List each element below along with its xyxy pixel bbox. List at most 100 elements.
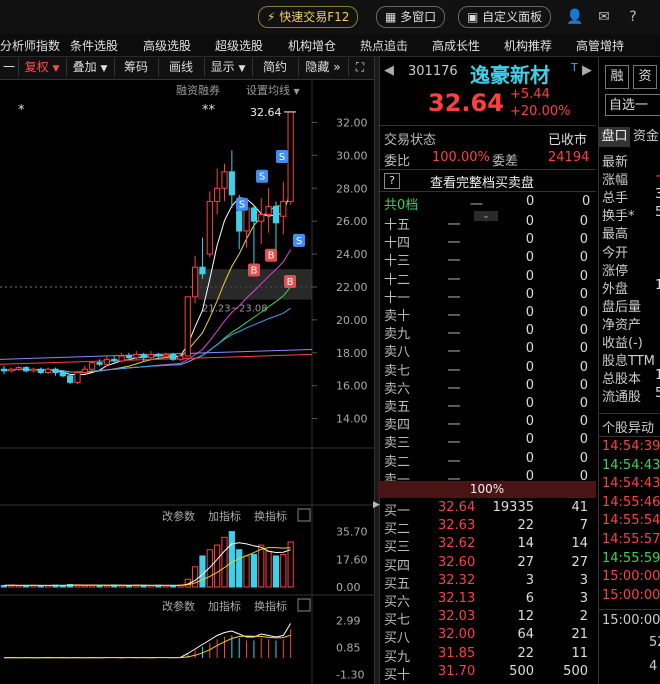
abnormal-time[interactable]: 14:54:43 xyxy=(602,458,660,473)
abnormal-time[interactable]: 14:55:46 xyxy=(602,495,660,510)
menu-item-condition-screen[interactable]: 条件选股 xyxy=(70,37,118,54)
quick-trade-button[interactable]: ⚡ 快速交易F12 xyxy=(258,6,359,28)
ask-level-row[interactable]: 卖七 一 0 0 xyxy=(378,359,596,379)
y-tick-label: 0.00 xyxy=(336,581,361,594)
custom-panel-button[interactable]: ▣ 自定义面板 xyxy=(458,6,552,28)
sell-mark: S xyxy=(279,152,285,163)
ask-level-row[interactable]: 十四 一 0 0 xyxy=(378,232,596,252)
candle-body xyxy=(74,371,81,383)
indicator-header-button[interactable]: 改参数 xyxy=(162,509,195,523)
indicator-header-button[interactable]: 加指标 xyxy=(208,509,241,523)
level-orders: 3 xyxy=(579,572,588,588)
quote-panel: ◀ 301176 逸豪新材 T ▶ 32.64 +5.44 +20.00% 交易… xyxy=(378,57,596,684)
indicator-header-button[interactable]: 换指标 xyxy=(254,509,287,523)
toolbar-display-button[interactable]: 显示 ▼ xyxy=(204,58,253,77)
level-price: 一 xyxy=(447,236,461,252)
ask-level-row[interactable]: 卖三 一 0 0 xyxy=(378,432,596,451)
toolbar-adjust-button[interactable]: 复权 ▼ xyxy=(18,58,67,77)
bid-level-row[interactable]: 买八 32.00 64 21 xyxy=(378,627,596,647)
bid-level-row[interactable]: 买二 32.63 22 7 xyxy=(378,518,596,538)
level-name: 买六 xyxy=(384,595,411,610)
multi-window-button[interactable]: ▦ 多窗口 xyxy=(376,6,446,28)
candle-body xyxy=(8,368,15,372)
level-name: 卖六 xyxy=(384,381,411,397)
macd-dif-line xyxy=(3,623,292,659)
margin-credit-button[interactable]: 资 xyxy=(633,65,657,89)
caret-down-icon: ▼ xyxy=(100,64,108,74)
help-icon[interactable]: ? xyxy=(624,8,642,26)
toolbar-simple-button[interactable]: 简约 xyxy=(252,58,299,77)
abnormal-time[interactable]: 15:00:00 xyxy=(602,569,660,584)
tab-quote[interactable]: 盘口 xyxy=(599,127,630,147)
abnormal-time[interactable]: 14:54:39 xyxy=(602,439,660,454)
ask-level-row[interactable]: 十三 一 0 0 xyxy=(378,250,596,269)
fullscreen-icon[interactable]: ⛶ xyxy=(348,58,372,77)
indicator-header-button[interactable]: 加指标 xyxy=(208,599,241,613)
candle-body xyxy=(133,353,140,359)
menu-item-executive-buy[interactable]: 高管增持 xyxy=(576,37,624,54)
menu-item-institution-add[interactable]: 机构增仓 xyxy=(288,37,336,54)
close-indicator-icon[interactable] xyxy=(297,508,311,522)
bid-level-row[interactable]: 买一 32.64 19335 41 xyxy=(378,500,596,519)
abnormal-time[interactable]: 15:00:00 xyxy=(602,588,660,603)
margin-finance-button[interactable]: 融 xyxy=(605,65,629,89)
level-volume: 0 xyxy=(525,359,534,375)
kline-chart[interactable]: 32.00 30.00 28.00 26.00 24.00 22.00 20.00 18.00… xyxy=(0,80,374,684)
prev-stock-icon[interactable]: ◀ xyxy=(384,63,394,78)
ask-level-row[interactable]: 卖九 一 0 0 xyxy=(378,323,596,342)
abnormal-time[interactable]: 14:55:57 xyxy=(602,532,660,547)
menu-item-hot-chase[interactable]: 热点追击 xyxy=(360,37,408,54)
ask-level-row[interactable]: 十一 一 0 0 xyxy=(378,287,596,306)
view-full-book-link[interactable]: 查看完整档买卖盘 xyxy=(430,172,534,191)
bid-level-row[interactable]: 买十 31.70 500 500 xyxy=(378,664,596,683)
ask-level-row[interactable]: 十二 一 0 0 xyxy=(378,269,596,288)
level-volume: 0 xyxy=(525,432,534,448)
ask-level-row[interactable]: 卖六 一 0 0 xyxy=(378,378,596,397)
bid-level-row[interactable]: 买四 32.60 27 27 xyxy=(378,555,596,574)
stat-label: 总手 xyxy=(602,191,629,207)
order-diff-label: 委差 xyxy=(492,154,519,169)
y-tick-label: 0.85 xyxy=(336,641,361,654)
toolbar-hide-button[interactable]: 隐藏 » xyxy=(298,58,349,77)
ask-level-row[interactable]: 卖八 一 0 0 xyxy=(378,341,596,360)
bid-level-row[interactable]: 买三 32.62 14 14 xyxy=(378,536,596,555)
ask-level-row[interactable]: 卖十 一 0 0 xyxy=(378,305,596,324)
menu-item-super-screen[interactable]: 超级选股 xyxy=(215,37,263,54)
bid-level-row[interactable]: 买七 32.03 12 2 xyxy=(378,609,596,628)
level-name: 买八 xyxy=(384,631,411,647)
chart-area[interactable]: 融资融券 设置均线 ▼ 32.00 30.00 28.00 26.00 24.00 22.… xyxy=(0,80,374,684)
candle-body xyxy=(265,205,272,216)
bid-level-row[interactable]: 买六 32.13 6 3 xyxy=(378,591,596,610)
abnormal-time[interactable]: 14:55:54 xyxy=(602,513,660,528)
help-box-icon[interactable]: ? xyxy=(384,173,400,189)
watchlist-dropdown[interactable]: 自选一 xyxy=(605,94,660,116)
menu-item-analyst-index[interactable]: 分析师指数 xyxy=(0,37,60,54)
toolbar-overlay-button[interactable]: 叠加 ▼ xyxy=(66,58,115,77)
ask-level-row[interactable]: 卖四 一 0 0 xyxy=(378,414,596,433)
tab-capital[interactable]: 资金 xyxy=(633,127,659,147)
close-indicator-icon[interactable] xyxy=(297,598,311,612)
toolbar-chips-button[interactable]: 筹码 xyxy=(114,58,159,77)
menu-item-advanced-screen[interactable]: 高级选股 xyxy=(143,37,191,54)
menu-item-high-growth[interactable]: 高成长性 xyxy=(432,37,480,54)
bid-level-row[interactable]: 买九 31.85 22 11 xyxy=(378,646,596,665)
abnormal-time[interactable]: 14:54:43 xyxy=(602,476,660,491)
user-icon[interactable]: 👤 xyxy=(566,8,584,26)
toolbar-draw-button[interactable]: 画线 xyxy=(158,58,205,77)
ask-level-row[interactable]: 十五 一 0 0 xyxy=(378,214,596,233)
bid-level-row[interactable]: 买五 32.32 3 3 xyxy=(378,572,596,592)
candle-body xyxy=(30,368,37,372)
menu-item-institution-recommend[interactable]: 机构推荐 xyxy=(504,37,552,54)
indicator-header-button[interactable]: 换指标 xyxy=(254,599,287,613)
abnormal-label[interactable]: 个股异动 xyxy=(602,417,654,436)
ask-level-row[interactable]: 卖二 一 0 0 xyxy=(378,451,596,470)
candle-body xyxy=(89,362,96,370)
mail-icon[interactable]: ✉ xyxy=(595,8,613,26)
level-name: 买二 xyxy=(384,522,411,538)
next-stock-icon[interactable]: ▶ xyxy=(582,63,592,78)
abnormal-time[interactable]: 14:55:59 xyxy=(602,551,660,566)
y-tick-label: 18.00 xyxy=(336,347,368,360)
indicator-header-button[interactable]: 改参数 xyxy=(162,599,195,613)
ask-level-row[interactable]: 卖五 一 0 0 xyxy=(378,396,596,415)
toolbar-dash[interactable]: 一 xyxy=(0,58,19,77)
